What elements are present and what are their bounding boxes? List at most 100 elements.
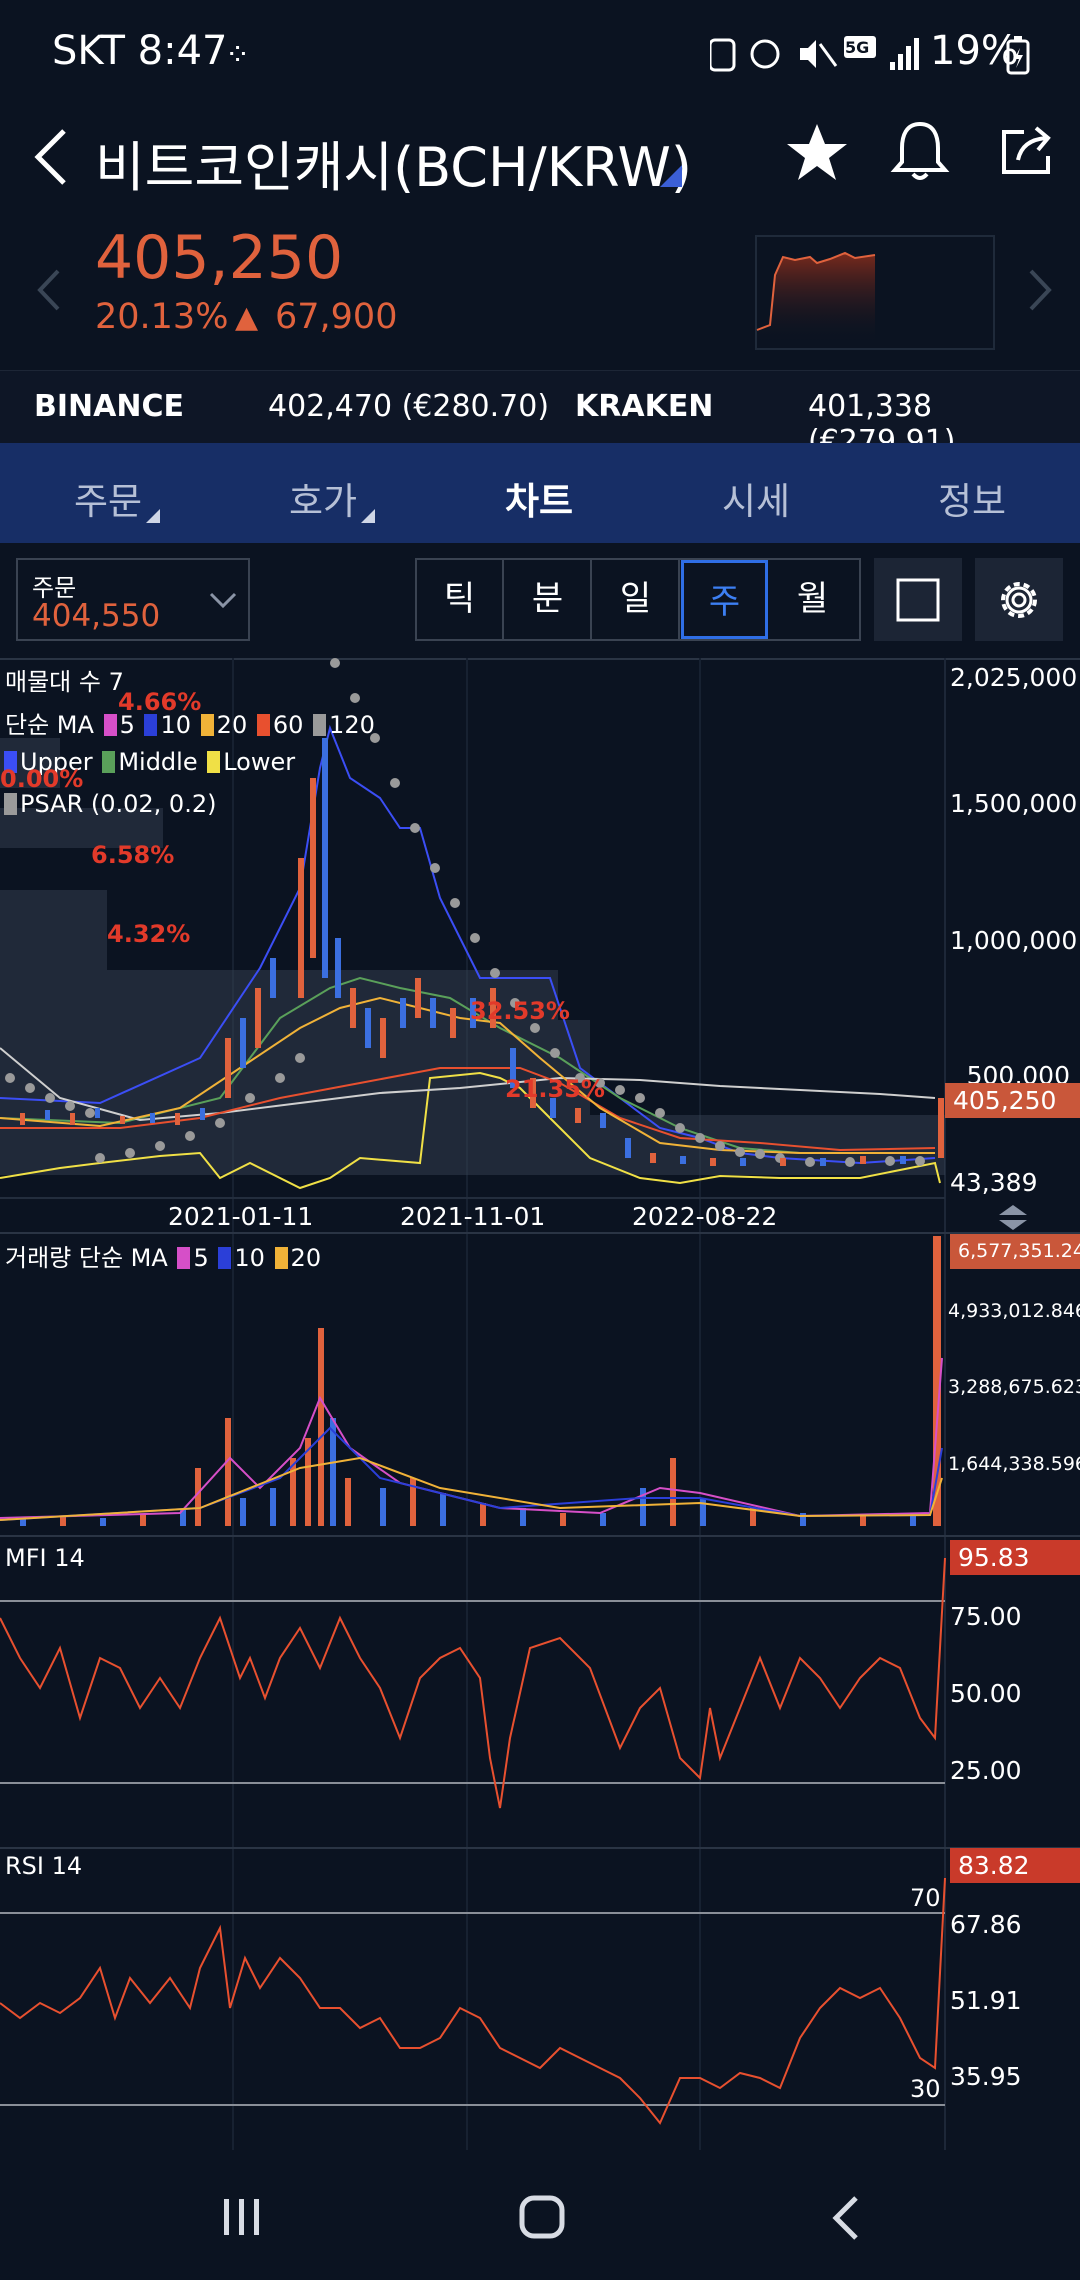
tab-order[interactable]: 주문	[28, 471, 188, 525]
volume-profile-label: 매물대 수 7	[5, 668, 124, 696]
tab-chart[interactable]: 차트	[459, 471, 619, 525]
tab-order-corner-icon	[146, 509, 160, 523]
ma20-swatch	[200, 714, 214, 736]
profile-pct-6: 21.35%	[505, 1075, 605, 1103]
mfi-label: MFI 14	[5, 1544, 85, 1572]
tab-market[interactable]: 시세	[676, 471, 836, 525]
star-icon[interactable]	[785, 120, 849, 184]
tab-orderbook-corner-icon	[361, 509, 375, 523]
last-price-tag: 405,250	[945, 1083, 1080, 1118]
ma60-swatch	[256, 714, 270, 736]
alarm-icon	[750, 39, 780, 69]
volume-legend: 거래량 단순 MA 5 10 20	[5, 1238, 321, 1273]
mini-chart[interactable]	[755, 235, 995, 350]
status-bar: SKT 8:47 ⁘ 5G 19%	[0, 0, 1080, 105]
prev-arrow-icon[interactable]	[34, 267, 64, 313]
date-tick-3: 2022-08-22	[632, 1202, 778, 1231]
volume-tick-2: 4,933,012.846	[948, 1300, 1080, 1322]
order-price: 404,550	[32, 598, 161, 634]
order-dropdown[interactable]: 주문 404,550	[16, 558, 250, 641]
settings-button[interactable]	[975, 558, 1063, 641]
price-tick-3: 1,000,000	[950, 926, 1078, 955]
signal-icon	[890, 62, 895, 70]
period-week[interactable]: 주	[681, 560, 768, 639]
ma-legend-prefix: 단순 MA	[5, 711, 94, 739]
bb-middle-label: Middle	[118, 748, 198, 776]
square-icon	[896, 578, 940, 622]
period-day[interactable]: 일	[593, 560, 680, 639]
mfi-value-tag: 95.83	[950, 1540, 1080, 1575]
chevron-down-icon	[209, 592, 237, 609]
date-tick-1: 2021-01-11	[168, 1202, 314, 1231]
main-tabs: 주문 호가 차트 시세 정보	[0, 443, 1080, 543]
date-tick-2: 2021-11-01	[400, 1202, 546, 1231]
back-nav-icon[interactable]	[828, 2194, 864, 2242]
bb-lower-swatch	[207, 751, 221, 773]
battery-icon	[1006, 36, 1030, 75]
psar-label: PSAR (0.02, 0.2)	[20, 790, 217, 818]
recent-apps-icon[interactable]	[220, 2195, 264, 2239]
exchange-name-binance: BINANCE	[34, 389, 184, 424]
carrier-time: SKT 8:47	[52, 28, 228, 74]
up-arrow-icon: ▲	[235, 300, 259, 335]
psar-legend: PSAR (0.02, 0.2)	[2, 790, 216, 818]
mfi-line	[0, 1557, 946, 1809]
period-tick[interactable]: 틱	[417, 560, 504, 639]
bb-middle-swatch	[102, 751, 116, 773]
rsi-tick-2: 51.91	[950, 1986, 1022, 2015]
tab-info[interactable]: 정보	[892, 471, 1052, 525]
volume-tick-3: 3,288,675.623	[948, 1376, 1080, 1398]
vol-ma5-swatch	[177, 1247, 191, 1269]
next-arrow-icon[interactable]	[1025, 267, 1055, 313]
fullscreen-button[interactable]	[874, 558, 962, 641]
lock-icon	[710, 38, 736, 72]
exchange-prices: BINANCE 402,470 (€280.70) KRAKEN 401,338…	[0, 370, 1080, 459]
period-month[interactable]: 월	[769, 560, 856, 639]
profile-pct-4: 4.32%	[107, 920, 191, 948]
profile-pct-5: 32.53%	[470, 997, 570, 1025]
profile-pct-2: 0.00%	[0, 765, 84, 793]
exchange-name-kraken: KRAKEN	[575, 389, 714, 424]
resize-handle-icon[interactable]	[995, 1203, 1031, 1233]
rsi-tick-3: 35.95	[950, 2062, 1022, 2091]
notification-icon: ⁘	[225, 38, 251, 73]
ma5-swatch	[103, 714, 117, 736]
price-tick-1: 2,025,000	[950, 663, 1078, 692]
home-icon[interactable]	[518, 2194, 568, 2240]
mute-icon	[800, 40, 816, 68]
exchange-value-binance: 402,470 (€280.70)	[268, 389, 550, 424]
mfi-tick-25: 25.00	[950, 1756, 1022, 1785]
vol-ma10-line	[0, 1426, 943, 1521]
network-type: 5G	[845, 38, 870, 57]
bell-icon[interactable]	[890, 118, 950, 184]
bb-lower-label: Lower	[223, 748, 296, 776]
rsi-level-30: 30	[910, 2075, 941, 2103]
rsi-line	[0, 1877, 946, 2125]
mfi-tick-50: 50.00	[950, 1679, 1022, 1708]
volume-legend-prefix: 거래량 단순 MA	[5, 1244, 168, 1272]
vol-ma20-line	[0, 1456, 943, 1521]
volume-tick-4: 1,644,338.596	[948, 1453, 1080, 1475]
change-percent: 20.13%	[95, 297, 229, 337]
header: 비트코인캐시(BCH/KRW)	[0, 105, 1080, 220]
vol-ma20-swatch	[274, 1247, 288, 1269]
chart-area[interactable]	[0, 658, 1080, 2150]
change-amount: 67,900	[275, 297, 398, 337]
ma120-label: 120	[329, 711, 375, 739]
back-icon[interactable]	[30, 125, 70, 189]
chart-toolbar: 주문 404,550 틱 분 일 주 월	[0, 543, 1080, 658]
vol-ma10-label: 10	[234, 1244, 265, 1272]
period-minute[interactable]: 분	[505, 560, 592, 639]
rsi-level-70: 70	[910, 1884, 941, 1912]
rsi-value-tag: 83.82	[950, 1848, 1080, 1883]
price-tick-5: 43,389	[950, 1168, 1038, 1197]
page-title: 비트코인캐시(BCH/KRW)	[95, 136, 692, 199]
period-selector: 틱 분 일 주 월	[415, 558, 861, 641]
volume-value-tag: 6,577,351.246	[950, 1234, 1080, 1269]
ma10-swatch	[144, 714, 158, 736]
gear-icon	[1001, 582, 1037, 618]
tab-orderbook[interactable]: 호가	[243, 471, 403, 525]
vol-ma5-label: 5	[193, 1244, 209, 1272]
dropdown-corner-icon[interactable]	[660, 165, 682, 187]
share-icon[interactable]	[998, 120, 1058, 180]
